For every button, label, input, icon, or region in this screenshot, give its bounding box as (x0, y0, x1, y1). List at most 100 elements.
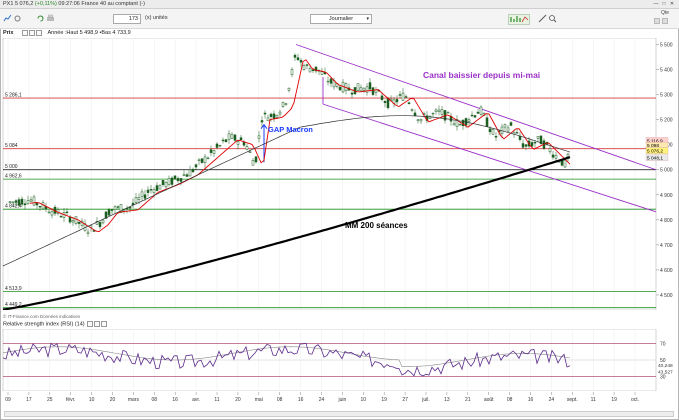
candle-body (197, 159, 201, 161)
draw-icon[interactable] (538, 14, 547, 23)
candle-body (554, 155, 558, 159)
x-tick-label: 17 (26, 397, 32, 403)
candle-body (140, 191, 144, 197)
candle-body (416, 119, 420, 121)
level-label: 4 513,9 (5, 286, 22, 292)
chart-type-icon[interactable] (3, 14, 12, 23)
candle-body (173, 175, 177, 180)
candle-body (503, 124, 507, 128)
candle-body (134, 197, 138, 203)
x-tick-label: 21 (465, 397, 471, 403)
x-tick-label: 09 (5, 397, 11, 403)
level-label: 5 286,1 (5, 93, 22, 99)
candle-body (146, 189, 150, 193)
settings-icon[interactable] (13, 14, 22, 23)
candle-body (290, 69, 294, 75)
x-axis: 09 17 25 févr. 10 20 mars 08 16 avr. 11 20 mai 08 16 24… (5, 392, 639, 403)
print-icon[interactable] (46, 14, 55, 23)
rsi-value-label: 40,248 (658, 363, 673, 369)
y-tick-label: 4 700 (660, 243, 673, 249)
x-tick-label: avr. (192, 397, 200, 403)
x-tick-label: 19 (381, 397, 387, 403)
period-select[interactable]: Journalier ▾ (310, 14, 372, 24)
candle-body (155, 185, 159, 191)
candle-body (245, 146, 249, 150)
candle-body (167, 178, 171, 185)
candle-body (137, 197, 141, 200)
candle-body (338, 86, 342, 91)
candle-body (473, 115, 477, 118)
rsi-value-label: 43,527 (658, 370, 673, 376)
options-icon-2[interactable] (662, 18, 668, 24)
candle-body (209, 149, 213, 153)
candle-body (506, 127, 510, 132)
panel-btn-icon[interactable] (28, 30, 35, 36)
candle-body (11, 201, 15, 203)
x-tick-label: févr. (66, 397, 75, 403)
candle-body (131, 202, 135, 205)
x-tick-label: juil. (421, 397, 430, 403)
candle-body (20, 198, 24, 205)
y-tick-label: 5 500 (660, 43, 673, 49)
candle-body (188, 169, 192, 177)
x-tick-label: 16 (298, 397, 304, 403)
candle-body (74, 216, 78, 224)
candle-body (254, 156, 258, 163)
x-tick-label: juin (338, 397, 347, 403)
panel-btn-icon[interactable] (35, 30, 42, 36)
candle-body (419, 118, 423, 122)
candle-body (488, 128, 492, 133)
candle-body (266, 117, 270, 122)
panel-btn-icon[interactable] (101, 321, 108, 327)
y-tick-label: 5 000 (660, 168, 673, 174)
ticker-time-source: 09:27:06 France 40 au comptant (-) (58, 1, 145, 7)
ticker-symbol: PX1 (3, 1, 14, 7)
level-label: 5 084 (5, 143, 18, 149)
price-chart[interactable]: 5 286,15 0845 0004 962,64 842,44 513,94 … (0, 38, 679, 310)
candle-body (101, 219, 105, 224)
candle-body (362, 87, 366, 91)
candle-body (269, 113, 273, 117)
candle-body (161, 180, 165, 185)
indicators-icon[interactable] (508, 14, 530, 25)
candle-body (143, 194, 147, 199)
units-label: (x) unités (145, 15, 168, 21)
candle-body (467, 119, 471, 122)
candle-body (302, 65, 306, 70)
x-tick-label: 24 (319, 397, 325, 403)
rsi-chart[interactable]: 70503040,24843,527 (0, 329, 679, 391)
candle-body (479, 106, 483, 115)
refresh-icon[interactable] (36, 14, 45, 23)
candle-body (215, 143, 219, 148)
ma200-annotation-text: MM 200 séances (345, 221, 408, 230)
panel-btn-icon[interactable] (87, 321, 94, 327)
options-icon-1[interactable] (654, 18, 660, 24)
candle-body (536, 136, 540, 139)
panel-btn-icon[interactable] (21, 30, 28, 36)
ohlc-info: Année :Haut 5 498,9 •Bas 4 733,9 (47, 30, 131, 37)
rsi-tick-label: 70 (660, 341, 666, 347)
candle-body (296, 57, 300, 61)
candle-body (86, 231, 90, 234)
x-tick-label: sept. (567, 397, 578, 403)
candle-body (407, 102, 411, 105)
candle-body (23, 203, 27, 206)
candle-body (98, 222, 102, 228)
candle-body (251, 160, 255, 166)
candle-body (299, 60, 303, 63)
candle-body (329, 78, 333, 84)
minimize-icon[interactable]: — (653, 1, 659, 7)
close-icon[interactable]: ✕ (669, 1, 675, 7)
x-tick-label: 10 (361, 397, 367, 403)
units-input[interactable]: 173 (113, 14, 141, 24)
horizontal-scrollbar[interactable] (4, 411, 674, 417)
maximize-icon[interactable]: □ (661, 1, 667, 7)
panel-btn-icon[interactable] (94, 321, 101, 327)
canal-annotation: Canal baissier depuis mi-mai (423, 70, 540, 80)
candle-body (158, 185, 162, 190)
zoom-icon[interactable] (548, 14, 557, 23)
price-tag-label: 5 048,1 (647, 155, 663, 161)
canal-annotation-text: Canal baissier depuis mi-mai (423, 70, 541, 80)
price-tag-label: 5 076,2 (647, 148, 663, 154)
candle-body (551, 154, 555, 158)
